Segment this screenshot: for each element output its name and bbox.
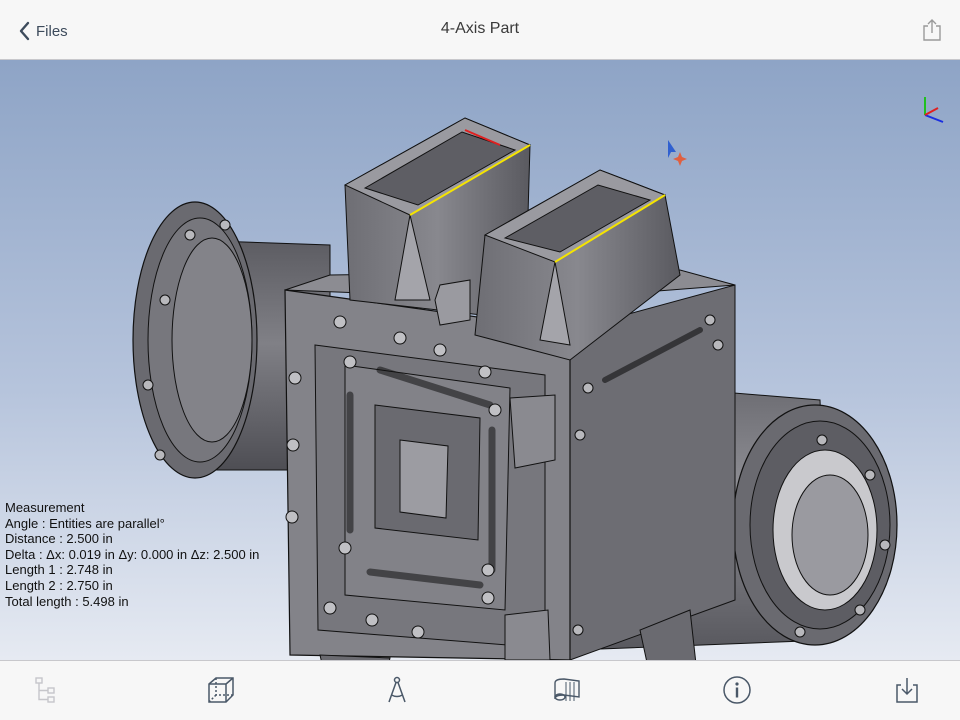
view-cube-button[interactable] xyxy=(206,675,236,705)
measurement-length-1: Length 1 : 2.748 in xyxy=(5,562,113,578)
pointer-marker xyxy=(668,140,676,158)
section-icon xyxy=(554,678,580,701)
view-cube-icon xyxy=(208,677,234,703)
measure-button[interactable] xyxy=(382,675,412,705)
measurement-panel: Measurement Angle : Entities are paralle… xyxy=(5,500,259,609)
axis-triad-icon xyxy=(924,97,944,123)
measurement-angle: Angle : Entities are parallel° xyxy=(5,515,165,531)
bottom-toolbar xyxy=(0,660,960,720)
measurement-total-length: Total length : 5.498 in xyxy=(5,593,129,609)
tree-button[interactable] xyxy=(32,675,62,705)
download-icon xyxy=(896,678,918,703)
share-icon xyxy=(923,19,941,41)
download-button[interactable] xyxy=(892,675,922,705)
info-icon xyxy=(723,676,751,704)
navigation-bar: Files 4-Axis Part xyxy=(0,0,960,60)
section-button[interactable] xyxy=(552,675,582,705)
3d-viewport[interactable]: Measurement Angle : Entities are paralle… xyxy=(0,60,960,660)
measurement-delta: Delta : Δx: 0.019 in Δy: 0.000 in Δz: 2.… xyxy=(5,546,260,562)
share-button[interactable] xyxy=(922,18,942,47)
measurement-distance: Distance : 2.500 in xyxy=(5,531,113,547)
measurement-heading: Measurement xyxy=(5,500,85,515)
compass-icon xyxy=(388,676,406,703)
tree-icon xyxy=(35,677,55,703)
page-title: 4-Axis Part xyxy=(440,20,520,37)
measurement-length-2: Length 2 : 2.750 in xyxy=(5,577,113,593)
info-button[interactable] xyxy=(722,675,752,705)
